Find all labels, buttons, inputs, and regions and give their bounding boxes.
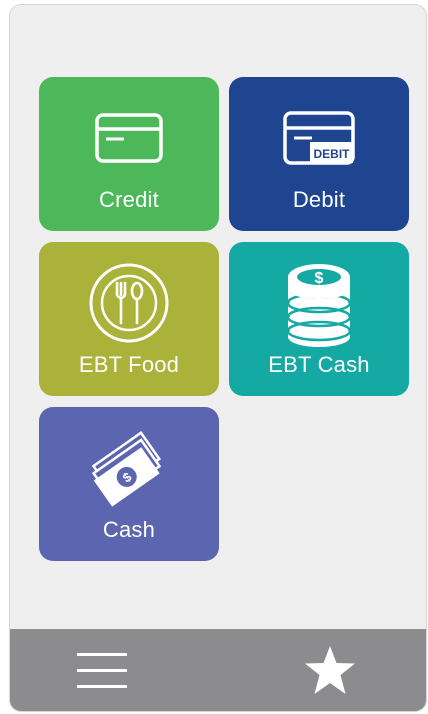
ebt-cash-tile[interactable]: $ EBT Cash (229, 242, 409, 396)
credit-tile[interactable]: Credit (39, 77, 219, 231)
debit-icon-text: DEBIT (314, 147, 351, 161)
menu-button[interactable] (72, 643, 132, 697)
debit-tile[interactable]: DEBIT Debit (229, 77, 409, 231)
payment-screen: Credit DEBIT Debit EBT Food $ EBT Cash $… (9, 4, 427, 712)
ebt-food-tile[interactable]: EBT Food (39, 242, 219, 396)
ebt-food-label: EBT Food (78, 352, 180, 377)
hamburger-menu-icon (77, 653, 127, 688)
cash-label: Cash (102, 517, 156, 542)
favorites-button[interactable] (300, 643, 360, 697)
coin-stack-icon: $ (229, 258, 409, 348)
credit-card-icon (39, 93, 219, 183)
banknotes-icon: $ (39, 423, 219, 513)
ebt-cash-icon-text: $ (315, 270, 324, 287)
credit-label: Credit (99, 187, 159, 212)
cash-tile[interactable]: $ Cash (39, 407, 219, 561)
bottom-toolbar (10, 629, 426, 711)
plate-utensils-icon (39, 258, 219, 348)
star-icon (305, 646, 355, 694)
debit-card-icon: DEBIT (229, 93, 409, 183)
debit-label: Debit (292, 187, 346, 212)
ebt-cash-label: EBT Cash (268, 352, 370, 377)
